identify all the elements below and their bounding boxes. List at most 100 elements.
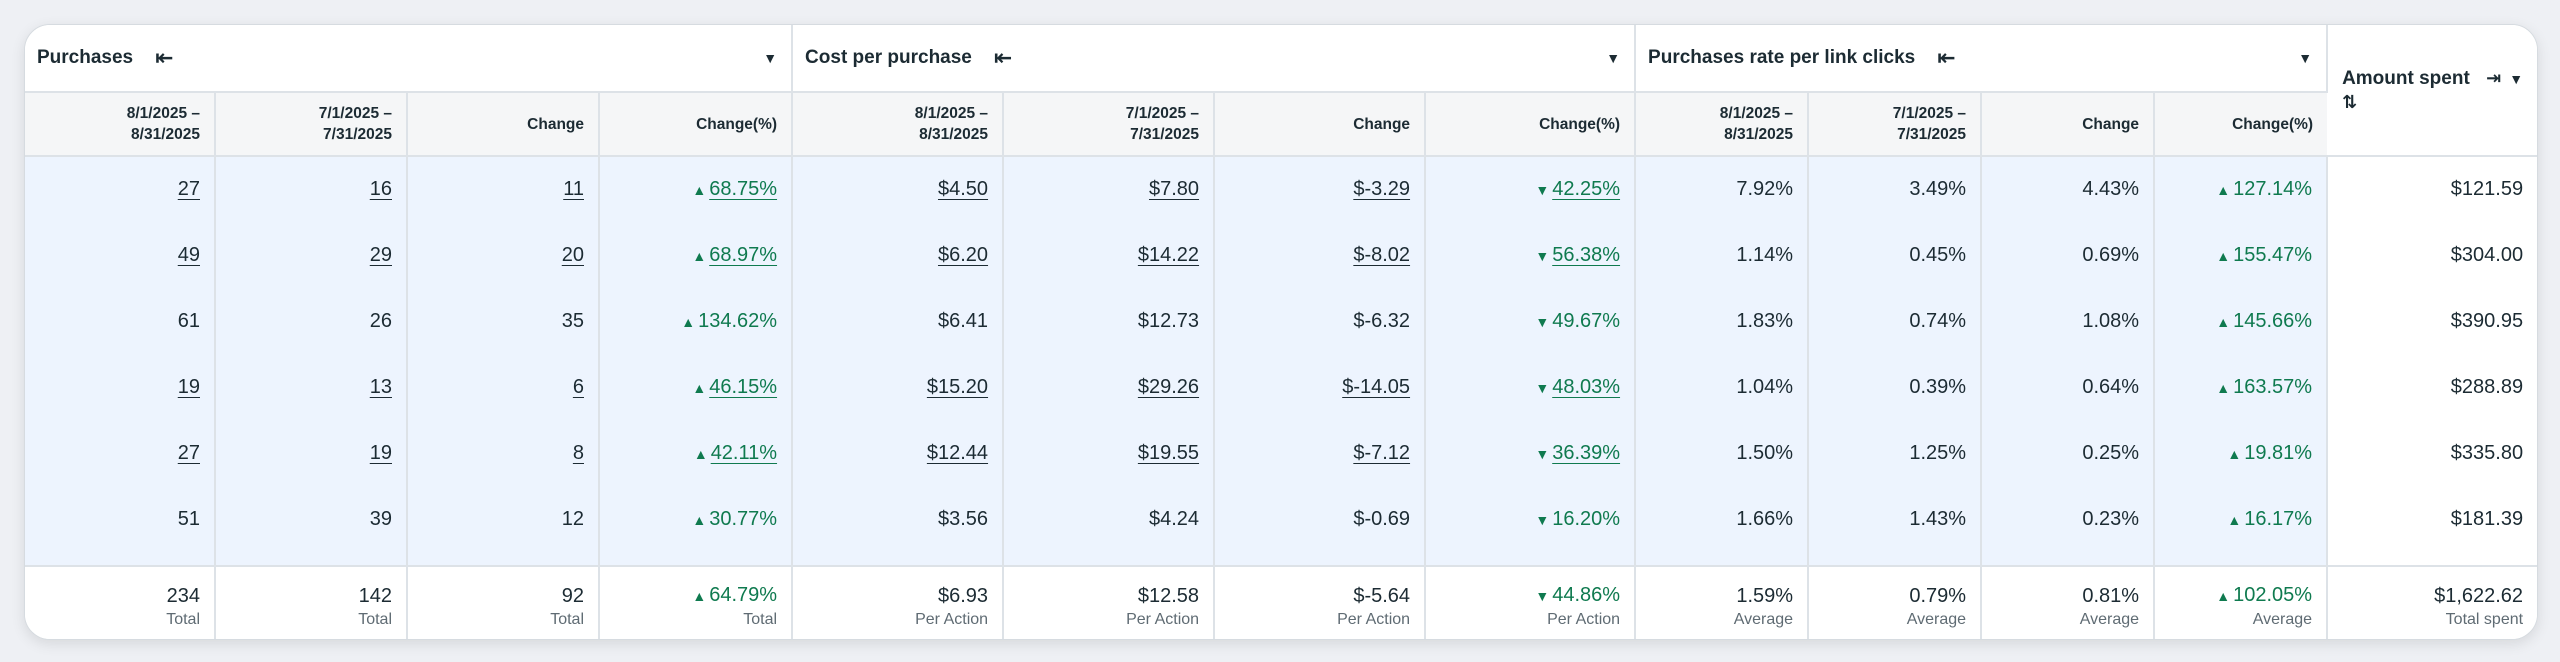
table-cell[interactable]: 27	[25, 156, 216, 222]
cell-value[interactable]: 48.03%	[1552, 376, 1620, 398]
cell-value[interactable]: $12.44	[927, 442, 988, 464]
cell-value[interactable]: 42.11%	[711, 442, 777, 464]
cell-value: 7.92%	[1736, 178, 1794, 200]
total-label: Average	[2079, 610, 2140, 628]
column-header-amount-spent[interactable]: Amount spent ⇥ ▼ ⇅	[2327, 25, 2537, 157]
table-cell[interactable]: 20	[407, 222, 600, 288]
table-cell[interactable]: $4.50	[792, 156, 1005, 222]
cell-value[interactable]: $-14.05	[1342, 376, 1410, 398]
table-cell[interactable]: $15.20	[792, 354, 1005, 420]
table-cell[interactable]: 27	[25, 420, 216, 486]
collapse-column-icon[interactable]: ⇤	[1937, 47, 1955, 69]
column-header-current[interactable]: 8/1/2025 –8/31/2025	[1635, 92, 1810, 157]
cell-value[interactable]: 6	[573, 376, 584, 398]
cell-value[interactable]: $19.55	[1138, 442, 1199, 464]
column-header-current[interactable]: 8/1/2025 –8/31/2025	[25, 92, 216, 157]
cell-value[interactable]: $6.20	[938, 244, 988, 266]
chevron-down-icon[interactable]: ▼	[2298, 50, 2312, 66]
column-header-previous[interactable]: 7/1/2025 –7/31/2025	[1003, 92, 1216, 157]
table-cell[interactable]: ▲ 42.11%	[599, 420, 794, 486]
cell-value[interactable]: 8	[573, 442, 584, 464]
cell-value[interactable]: $15.20	[927, 376, 988, 398]
cell-value[interactable]: $-3.29	[1353, 178, 1410, 200]
column-header-change-pct[interactable]: Change(%)	[1425, 92, 1637, 157]
total-cell: ▲ 64.79% Total	[599, 565, 794, 639]
cell-value[interactable]: 49	[178, 244, 200, 266]
sort-icon[interactable]: ⇅	[2342, 92, 2523, 113]
column-header-previous[interactable]: 7/1/2025 –7/31/2025	[215, 92, 408, 157]
table-cell[interactable]: ▲ 68.75%	[599, 156, 794, 222]
cell-value[interactable]: 46.15%	[709, 376, 777, 398]
arrow-down-icon: ▼	[1535, 445, 1550, 462]
table-cell[interactable]: ▲ 46.15%	[599, 354, 794, 420]
table-cell[interactable]: 11	[407, 156, 600, 222]
cell-value[interactable]: 11	[563, 178, 584, 200]
table-cell[interactable]: 29	[215, 222, 408, 288]
cell-value[interactable]: 16	[370, 178, 392, 200]
table-cell[interactable]: $-8.02	[1214, 222, 1427, 288]
cell-value[interactable]: 27	[178, 178, 200, 200]
table-cell[interactable]: 16	[215, 156, 408, 222]
table-cell[interactable]: $14.22	[1003, 222, 1216, 288]
table-cell[interactable]: ▼ 36.39%	[1425, 420, 1637, 486]
chevron-down-icon[interactable]: ▼	[1606, 50, 1620, 66]
cell-value[interactable]: $-8.02	[1353, 244, 1410, 266]
table-cell: 0.45%	[1808, 222, 1983, 288]
table-cell[interactable]: ▼ 48.03%	[1425, 354, 1637, 420]
column-header-previous[interactable]: 7/1/2025 –7/31/2025	[1808, 92, 1983, 157]
pin-column-icon[interactable]: ⇥	[2486, 68, 2501, 89]
cell-value[interactable]: 20	[562, 244, 584, 266]
cell-value: 1.25%	[1909, 441, 1967, 464]
table-cell[interactable]: $12.44	[792, 420, 1005, 486]
collapse-column-icon[interactable]: ⇤	[994, 47, 1012, 69]
table-cell[interactable]: 19	[215, 420, 408, 486]
table-cell[interactable]: $19.55	[1003, 420, 1216, 486]
comparison-table: Purchases ⇤ ▼ Cost per purchase ⇤ ▼ Purc…	[25, 25, 2537, 639]
table-cell[interactable]: $6.20	[792, 222, 1005, 288]
cell-value[interactable]: 42.25%	[1552, 178, 1620, 200]
table-cell[interactable]: $-7.12	[1214, 420, 1427, 486]
cell-value[interactable]: 29	[370, 244, 392, 266]
cell-value[interactable]: 68.97%	[709, 244, 777, 266]
table-cell[interactable]: 19	[25, 354, 216, 420]
cell-value: 163.57%	[2233, 375, 2313, 398]
chevron-down-icon[interactable]: ▼	[763, 50, 777, 66]
cell-value[interactable]: $29.26	[1138, 376, 1199, 398]
cell-value[interactable]: 36.39%	[1552, 442, 1620, 464]
column-header-change-pct[interactable]: Change(%)	[2154, 92, 2328, 157]
cell-value[interactable]: 56.38%	[1552, 244, 1620, 266]
table-cell[interactable]: $-3.29	[1214, 156, 1427, 222]
table-cell[interactable]: ▼ 42.25%	[1425, 156, 1637, 222]
cell-value[interactable]: 19	[178, 376, 200, 398]
column-header-change[interactable]: Change	[1214, 92, 1427, 157]
table-cell[interactable]: 49	[25, 222, 216, 288]
chevron-down-icon[interactable]: ▼	[2509, 71, 2523, 87]
column-header-current[interactable]: 8/1/2025 –8/31/2025	[792, 92, 1005, 157]
column-header-change[interactable]: Change	[407, 92, 600, 157]
cell-value: $335.80	[2450, 441, 2524, 464]
arrow-up-icon: ▲	[692, 247, 707, 264]
cell-value[interactable]: 68.75%	[709, 178, 777, 200]
table-cell[interactable]: 6	[407, 354, 600, 420]
column-header-change[interactable]: Change	[1981, 92, 2156, 157]
cell-value: 35	[561, 309, 584, 332]
comparison-table-card: Purchases ⇤ ▼ Cost per purchase ⇤ ▼ Purc…	[24, 24, 2538, 640]
table-cell[interactable]: ▲ 68.97%	[599, 222, 794, 288]
total-cell: 0.79% Average	[1808, 565, 1983, 639]
cell-value[interactable]: 27	[178, 442, 200, 464]
cell-value[interactable]: $-7.12	[1353, 442, 1410, 464]
collapse-column-icon[interactable]: ⇤	[155, 47, 173, 69]
table-cell[interactable]: ▼ 56.38%	[1425, 222, 1637, 288]
table-cell: 1.04%	[1635, 354, 1810, 420]
table-cell[interactable]: $7.80	[1003, 156, 1216, 222]
cell-value[interactable]: $14.22	[1138, 244, 1199, 266]
table-cell[interactable]: $-14.05	[1214, 354, 1427, 420]
table-cell[interactable]: 13	[215, 354, 408, 420]
column-header-change-pct[interactable]: Change(%)	[599, 92, 794, 157]
cell-value[interactable]: $7.80	[1149, 178, 1199, 200]
table-cell[interactable]: $29.26	[1003, 354, 1216, 420]
table-cell[interactable]: 8	[407, 420, 600, 486]
cell-value[interactable]: $4.50	[938, 178, 988, 200]
cell-value[interactable]: 19	[370, 442, 392, 464]
cell-value[interactable]: 13	[370, 376, 392, 398]
